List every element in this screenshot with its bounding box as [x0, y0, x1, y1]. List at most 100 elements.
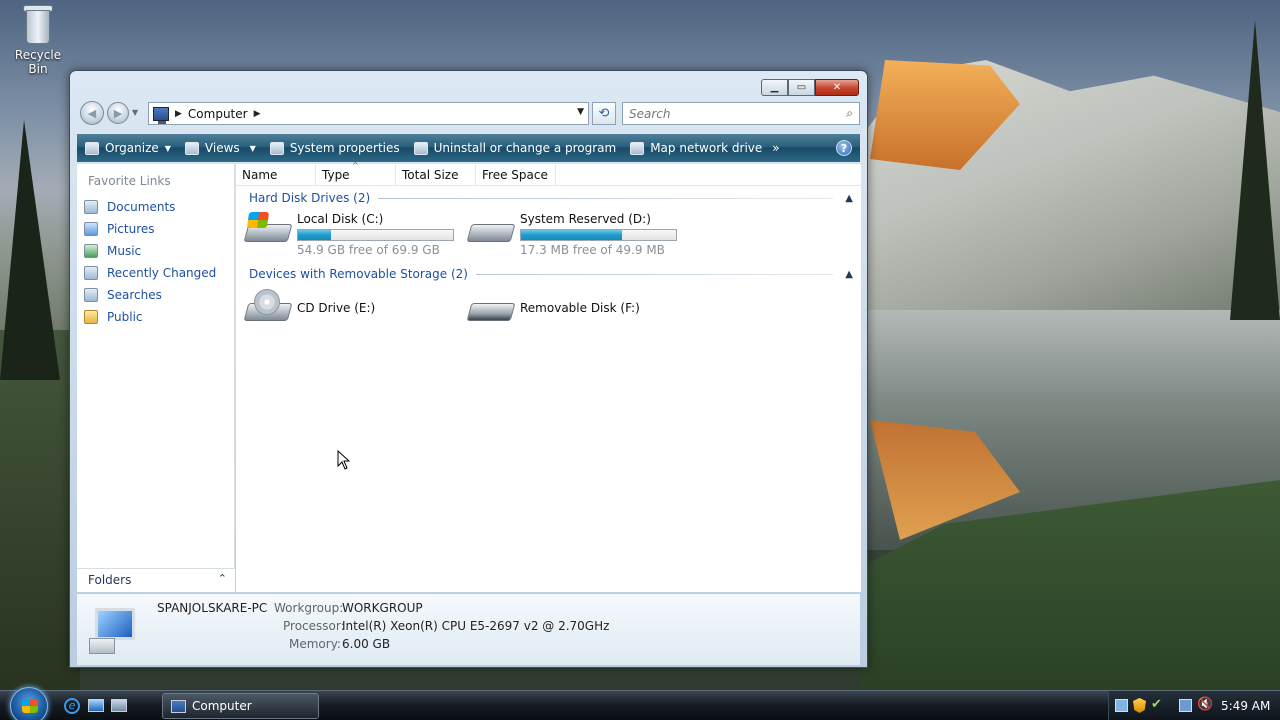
column-header-name[interactable]: Name [236, 164, 316, 185]
recycle-bin-icon [21, 2, 55, 46]
forward-button[interactable]: ▶ [107, 102, 129, 124]
search-icon[interactable]: ⌕ [846, 106, 853, 121]
drive-item-e[interactable]: CD Drive (E:) [243, 289, 375, 327]
music-icon [84, 244, 98, 258]
column-header-total-size[interactable]: Total Size [396, 164, 476, 185]
desktop-icon-label: Recycle Bin [14, 48, 62, 76]
drive-name: System Reserved (D:) [520, 212, 651, 226]
chevron-up-icon[interactable]: ▲ [845, 269, 853, 280]
nav-link-recently-changed[interactable]: Recently Changed [77, 262, 234, 284]
help-icon[interactable]: ? [836, 140, 852, 156]
switch-windows-icon[interactable] [111, 699, 127, 712]
documents-icon [84, 200, 98, 214]
refresh-icon: ⟲ [598, 106, 610, 121]
nav-link-label: Documents [107, 200, 176, 214]
search-input[interactable]: Search ⌕ [622, 102, 860, 125]
nav-link-public[interactable]: Public [77, 306, 234, 328]
group-title: Hard Disk Drives (2) [249, 191, 371, 205]
display-tray-icon[interactable] [1179, 699, 1192, 712]
show-desktop-icon[interactable] [88, 699, 104, 712]
file-list-pane[interactable]: Name ^ Type Total Size Free Space Hard Di… [236, 161, 861, 592]
clock[interactable]: 5:49 AM [1221, 699, 1270, 713]
minimize-button[interactable]: ▁ [761, 79, 788, 96]
local-disk-icon [243, 210, 293, 248]
memory-label: Memory: [289, 637, 341, 651]
computer-icon [153, 106, 169, 124]
nav-link-label: Music [107, 244, 142, 258]
system-properties-button[interactable]: System properties [269, 141, 400, 155]
column-headers: Name ^ Type Total Size Free Space [236, 161, 861, 186]
search-placeholder: Search [629, 107, 671, 121]
command-bar: Organize ▼ Views ▼ System properties Uni… [77, 134, 860, 162]
organize-label: Organize [105, 141, 159, 155]
explorer-window[interactable]: ▁ ▭ ✕ ◀ ▶ ▼ ▶ Computer ▶ ▼ ⟲ Search ⌕ Or… [69, 70, 868, 668]
refresh-button[interactable]: ⟲ [592, 102, 616, 125]
nav-link-pictures[interactable]: Pictures [77, 218, 234, 240]
workgroup-label: Workgroup: [274, 601, 344, 615]
uninstall-program-button[interactable]: Uninstall or change a program [413, 141, 617, 155]
taskbar-button-computer[interactable]: Computer [162, 693, 319, 719]
chevron-up-icon[interactable]: ▲ [845, 193, 853, 204]
more-commands-icon[interactable]: » [772, 141, 779, 155]
start-button[interactable] [10, 687, 48, 720]
nav-link-searches[interactable]: Searches [77, 284, 234, 306]
close-icon: ✕ [832, 82, 842, 93]
views-button[interactable]: Views ▼ [184, 141, 256, 155]
security-shield-icon[interactable] [1133, 698, 1146, 713]
desktop-icon-recycle-bin[interactable]: Recycle Bin [4, 2, 72, 76]
drive-item-f[interactable]: Removable Disk (F:) [466, 289, 640, 327]
back-button[interactable]: ◀ [80, 101, 104, 125]
uninstall-label: Uninstall or change a program [433, 141, 617, 155]
drive-item-c[interactable]: Local Disk (C:) 54.9 GB free of 69.9 GB [243, 210, 454, 257]
favorite-links-title: Favorite Links [88, 174, 171, 188]
uninstall-icon [413, 141, 428, 155]
views-label: Views [204, 141, 240, 155]
sort-ascending-icon: ^ [352, 161, 359, 170]
dropdown-arrow-icon: ▼ [249, 143, 256, 153]
breadcrumb-computer[interactable]: Computer [188, 107, 248, 121]
system-properties-icon [269, 141, 284, 155]
notification-area: ✔ 🔇 5:49 AM [1108, 691, 1280, 720]
drive-item-d[interactable]: System Reserved (D:) 17.3 MB free of 49.… [466, 210, 677, 257]
internet-explorer-icon[interactable]: e [64, 698, 80, 714]
breadcrumb-arrow-icon[interactable]: ▶ [175, 109, 182, 119]
address-dropdown-icon[interactable]: ▼ [577, 107, 584, 117]
views-icon [184, 141, 199, 155]
processor-value: Intel(R) Xeon(R) CPU E5-2697 v2 @ 2.70GH… [342, 619, 610, 633]
drive-free-space: 54.9 GB free of 69.9 GB [297, 243, 440, 257]
group-divider [378, 197, 834, 199]
computer-icon [171, 699, 186, 713]
taskbar: e Computer ✔ 🔇 5:49 AM [0, 687, 1280, 720]
mouse-cursor-icon [337, 450, 351, 470]
drive-free-space: 17.3 MB free of 49.9 MB [520, 243, 665, 257]
dropdown-arrow-icon: ▼ [164, 143, 171, 153]
drive-name: Local Disk (C:) [297, 212, 384, 226]
breadcrumb-arrow-icon[interactable]: ▶ [254, 109, 261, 119]
organize-button[interactable]: Organize ▼ [85, 141, 171, 155]
memory-value: 6.00 GB [342, 637, 391, 651]
wallpaper-meadow-left [0, 330, 80, 700]
nav-link-documents[interactable]: Documents [77, 196, 234, 218]
map-network-drive-label: Map network drive [650, 141, 763, 155]
column-header-type[interactable]: ^ Type [316, 161, 396, 185]
forward-arrow-icon: ▶ [113, 106, 123, 120]
recent-pages-dropdown[interactable]: ▼ [132, 108, 138, 117]
column-header-free-space[interactable]: Free Space [476, 164, 556, 185]
network-tray-icon[interactable] [1115, 699, 1128, 712]
drive-usage-bar [297, 229, 454, 241]
maximize-button[interactable]: ▭ [788, 79, 815, 96]
drive-name: Removable Disk (F:) [520, 301, 640, 315]
address-bar[interactable]: ▶ Computer ▶ ▼ [148, 102, 589, 125]
drive-usage-bar [520, 229, 677, 241]
navigation-pane: Favorite Links Documents Pictures Music … [77, 164, 235, 592]
map-network-drive-button[interactable]: Map network drive » [630, 141, 780, 155]
windows-logo-icon [22, 699, 38, 713]
network-drive-icon [630, 141, 645, 155]
group-header-hard-disks[interactable]: Hard Disk Drives (2) ▲ [236, 188, 861, 208]
close-button[interactable]: ✕ [815, 79, 859, 96]
folders-toggle[interactable]: Folders ⌃ [77, 568, 235, 592]
group-header-removable[interactable]: Devices with Removable Storage (2) ▲ [236, 264, 861, 284]
checkmark-tray-icon[interactable]: ✔ [1151, 697, 1162, 712]
nav-link-music[interactable]: Music [77, 240, 234, 262]
volume-muted-icon[interactable]: 🔇 [1197, 697, 1213, 712]
